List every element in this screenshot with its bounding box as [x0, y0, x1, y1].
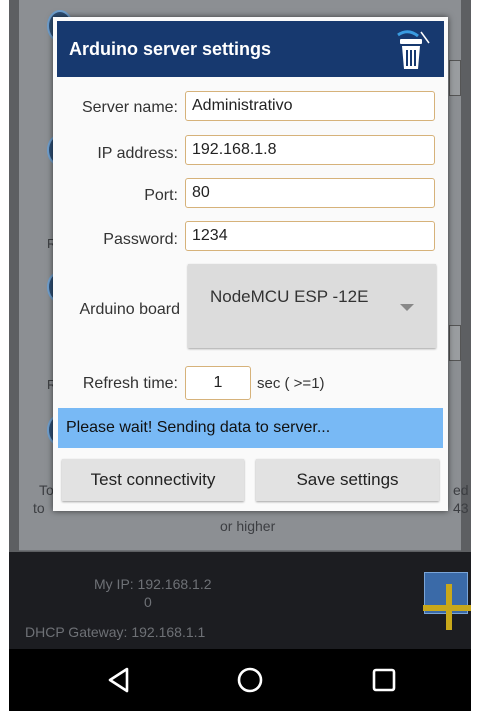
status-message: Please wait! Sending data to server...	[66, 419, 331, 436]
server-name-input[interactable]	[185, 91, 435, 121]
port-label: Port:	[144, 187, 178, 204]
navigation-bar	[9, 649, 471, 711]
arduino-board-label: Arduino board	[79, 301, 180, 318]
port-input[interactable]	[185, 178, 435, 208]
arduino-server-settings-dialog: Arduino server settings Server name: IP …	[53, 17, 448, 511]
background-toggle	[449, 60, 461, 96]
background-toggle	[449, 325, 461, 361]
background-footer-text: or higher	[220, 518, 276, 534]
my-ip-sub: 0	[144, 594, 152, 610]
dialog-title: Arduino server settings	[69, 39, 272, 59]
save-settings-button[interactable]: Save settings	[256, 459, 439, 501]
ip-address-label: IP address:	[97, 145, 178, 162]
password-label: Password:	[103, 231, 178, 248]
arduino-board-value: NodeMCU ESP -12E	[210, 287, 369, 306]
background-footer-text: ed	[453, 482, 469, 498]
recents-square-icon[interactable]	[354, 649, 414, 711]
password-input[interactable]	[185, 221, 435, 251]
home-circle-icon[interactable]	[220, 649, 280, 711]
background-footer-text: 43	[453, 500, 469, 516]
my-ip-label: My IP: 192.168.1.2	[94, 576, 212, 592]
add-server-icon-vertical[interactable]	[446, 584, 452, 630]
dropdown-arrow-icon	[400, 304, 414, 311]
dhcp-gateway-label: DHCP Gateway: 192.168.1.1	[25, 624, 206, 640]
back-triangle-icon[interactable]	[89, 649, 149, 711]
background-footer-text: To	[39, 482, 54, 498]
refresh-time-input[interactable]	[185, 366, 251, 400]
ip-address-input[interactable]	[185, 135, 435, 165]
test-connectivity-button[interactable]: Test connectivity	[62, 459, 244, 501]
trash-icon[interactable]	[394, 29, 430, 73]
background-footer-text: to	[33, 500, 45, 516]
arduino-board-select[interactable]: NodeMCU ESP -12E	[188, 264, 436, 348]
refresh-time-label: Refresh time:	[82, 375, 178, 392]
dialog-header: Arduino server settings	[57, 21, 444, 77]
refresh-time-unit: sec ( >=1)	[257, 375, 325, 392]
network-status-panel: My IP: 192.168.1.2 0 DHCP Gateway: 192.1…	[9, 552, 471, 649]
status-message-bar: Please wait! Sending data to server...	[58, 408, 443, 448]
server-name-label: Server name:	[81, 99, 178, 116]
